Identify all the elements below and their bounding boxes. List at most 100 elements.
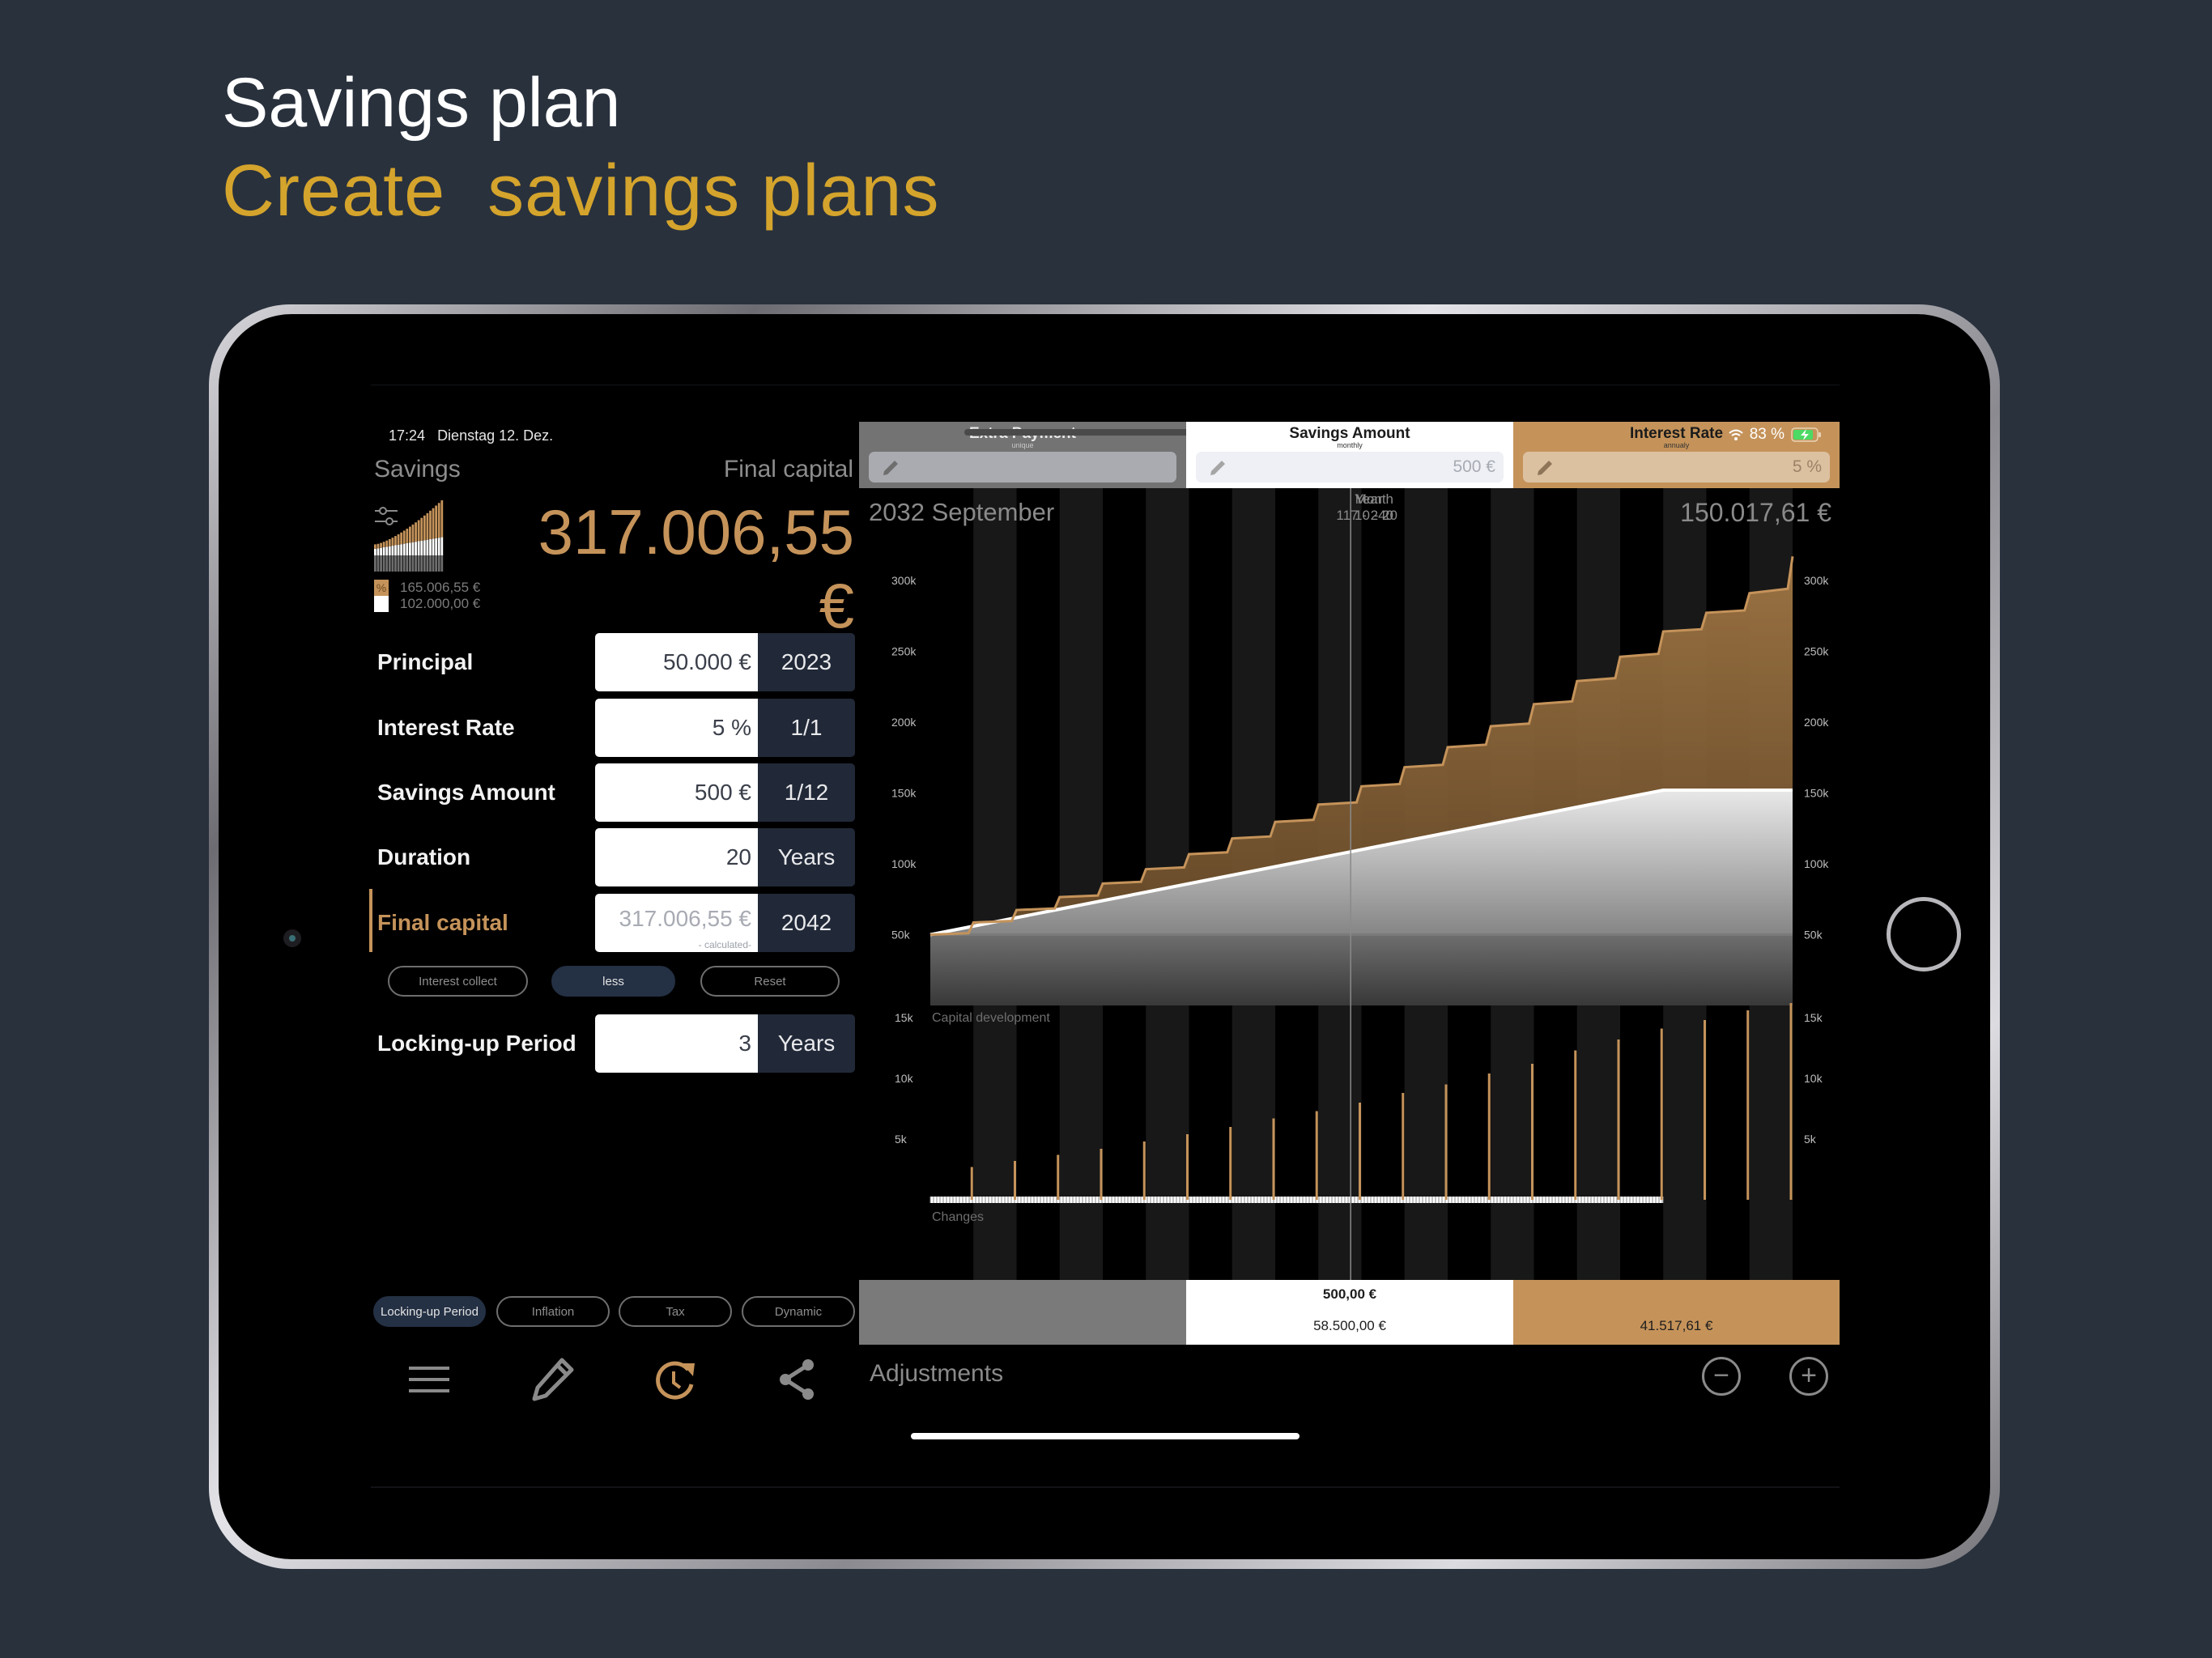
multitasking-grabber[interactable] — [964, 429, 1199, 436]
mini-principal-bar — [411, 555, 415, 572]
menu-icon[interactable] — [406, 1357, 452, 1402]
savings-amount-tab-input[interactable]: 500 € — [1196, 452, 1504, 483]
mini-interest-bar — [417, 520, 420, 542]
tab-interest-rate[interactable]: Interest Rate annualy 83 % 5 % — [1513, 422, 1840, 488]
mini-deposit-bar — [382, 546, 385, 555]
interest-rate-tab-value: 5 % — [1792, 457, 1822, 476]
home-indicator[interactable] — [911, 1433, 1300, 1439]
mini-interest-bar — [406, 529, 409, 544]
duration-row: Duration 20 Years — [374, 828, 855, 886]
mini-deposit-bar — [435, 538, 438, 555]
mini-deposit-bar — [376, 548, 380, 555]
tab-savings-amount-title: Savings Amount — [1289, 425, 1410, 442]
zoom-in-button[interactable]: + — [1789, 1357, 1828, 1396]
battery-percent: 83 % — [1749, 426, 1784, 443]
chart-panel: Extra Payment unique Savings Amount mont… — [859, 422, 1840, 1345]
mini-deposit-bar — [391, 546, 394, 555]
summary-savings[interactable]: 500,00 € 58.500,00 € — [1186, 1280, 1513, 1345]
final-capital-year[interactable]: 2042 — [758, 894, 855, 952]
final-capital-field-value: 317.006,55 € — [619, 906, 752, 931]
mini-principal-bar — [391, 555, 394, 572]
interest-rate-tab-input[interactable]: 5 % — [1523, 452, 1830, 483]
y-tick-left: 250k — [891, 645, 917, 658]
principal-input[interactable]: 50.000 € — [595, 633, 758, 691]
summary-interest[interactable]: 41.517,61 € — [1513, 1280, 1840, 1345]
calculated-hint: - calculated- — [698, 939, 751, 950]
tab-extra-payment[interactable]: Extra Payment unique — [859, 422, 1199, 488]
savings-amount-tab-value: 500 € — [1453, 457, 1495, 476]
year-label: Year — [1355, 491, 1383, 507]
savings-amount-interval[interactable]: 1/12 — [758, 763, 855, 822]
history-icon[interactable] — [653, 1357, 698, 1402]
savings-amount-input[interactable]: 500 € — [595, 763, 758, 822]
final-capital-label: Final capital — [377, 910, 508, 935]
tab-savings-amount[interactable]: Savings Amount monthly 500 € — [1186, 422, 1513, 488]
mini-interest-bar — [400, 532, 403, 545]
mini-deposit-bar — [411, 542, 415, 555]
extra-payment-input[interactable] — [869, 452, 1176, 483]
interest-swatch: % — [374, 580, 389, 596]
mini-deposit-bar — [423, 540, 426, 555]
mini-principal-bar — [415, 555, 417, 572]
mini-principal-bar — [394, 555, 397, 572]
mini-deposit-bar — [415, 542, 417, 555]
pencil-icon — [1538, 461, 1552, 475]
chart-area[interactable]: 50k 50k 100k 100k 150k 150k 200k 200k 250k 250k 30… — [859, 488, 1840, 1280]
interest-rate-input[interactable]: 5 % — [595, 699, 758, 757]
tab-extra-payment-subtitle: unique — [1011, 441, 1034, 449]
mini-principal-bar — [397, 555, 400, 572]
mini-interest-bar — [394, 536, 397, 546]
pencil-icon[interactable] — [530, 1357, 575, 1402]
interest-collect-button[interactable]: Interest collect — [388, 966, 528, 997]
mini-principal-bar — [435, 555, 438, 572]
share-icon[interactable] — [776, 1357, 821, 1402]
mini-interest-bar — [420, 517, 423, 541]
promo-title: Savings plan — [222, 64, 621, 142]
pill-tax[interactable]: Tax — [619, 1296, 732, 1327]
home-button[interactable] — [1887, 897, 1961, 971]
minus-icon: − — [1713, 1360, 1729, 1391]
changes-y-tick-left: 10k — [895, 1072, 914, 1085]
summary-extra-payment[interactable] — [859, 1280, 1186, 1345]
y-tick-left: 50k — [891, 929, 911, 942]
summary-savings-total: 58.500,00 € — [1313, 1318, 1386, 1333]
zoom-out-button[interactable]: − — [1702, 1357, 1741, 1396]
pill-dynamic[interactable]: Dynamic — [742, 1296, 855, 1327]
interest-rate-interval[interactable]: 1/1 — [758, 699, 855, 757]
mini-interest-bar — [411, 524, 415, 542]
mini-capital-chart-icon[interactable] — [374, 500, 444, 572]
pill-locking-up-period[interactable]: Locking-up Period — [373, 1296, 486, 1327]
mini-deposit-bar — [380, 547, 382, 555]
capital-chart[interactable]: 50k 50k 100k 100k 150k 150k 200k 200k 250k 250k 30… — [859, 488, 1840, 1280]
pencil-icon — [883, 461, 898, 475]
mini-principal-bar — [380, 555, 382, 572]
mini-interest-bar — [435, 505, 438, 538]
legend-deposits: 102.000,00 € — [374, 596, 480, 612]
mini-deposit-bar — [400, 544, 403, 555]
mini-interest-bar — [440, 500, 444, 538]
duration-unit[interactable]: Years — [758, 828, 855, 886]
cursor-value: 150.017,61 € — [1680, 498, 1831, 527]
pill-inflation[interactable]: Inflation — [496, 1296, 610, 1327]
mini-principal-bar — [409, 555, 411, 572]
principal-year[interactable]: 2023 — [758, 633, 855, 691]
locking-up-input[interactable]: 3 — [595, 1014, 758, 1073]
mini-principal-bar — [400, 555, 403, 572]
changes-y-tick-right: 15k — [1804, 1011, 1823, 1024]
mini-deposit-bar — [440, 537, 444, 555]
year-range-value: 10 - 20 — [1355, 508, 1397, 523]
final-capital-indicator — [369, 889, 372, 952]
mini-interest-bar — [391, 538, 394, 546]
reset-button[interactable]: Reset — [700, 966, 840, 997]
less-button[interactable]: less — [551, 966, 675, 997]
status-time: 17:24 — [389, 427, 426, 444]
locking-up-unit[interactable]: Years — [758, 1014, 855, 1073]
final-capital-header: Final capital — [723, 456, 853, 483]
capital-section-label: Capital development — [932, 1011, 1050, 1025]
interest-rate-row: Interest Rate 5 % 1/1 — [374, 699, 855, 757]
battery-charging-icon — [1791, 427, 1821, 442]
wifi-icon — [1729, 429, 1743, 440]
y-tick-right: 200k — [1804, 716, 1829, 729]
final-capital-input[interactable]: 317.006,55 € - calculated- — [595, 894, 758, 952]
duration-input[interactable]: 20 — [595, 828, 758, 886]
